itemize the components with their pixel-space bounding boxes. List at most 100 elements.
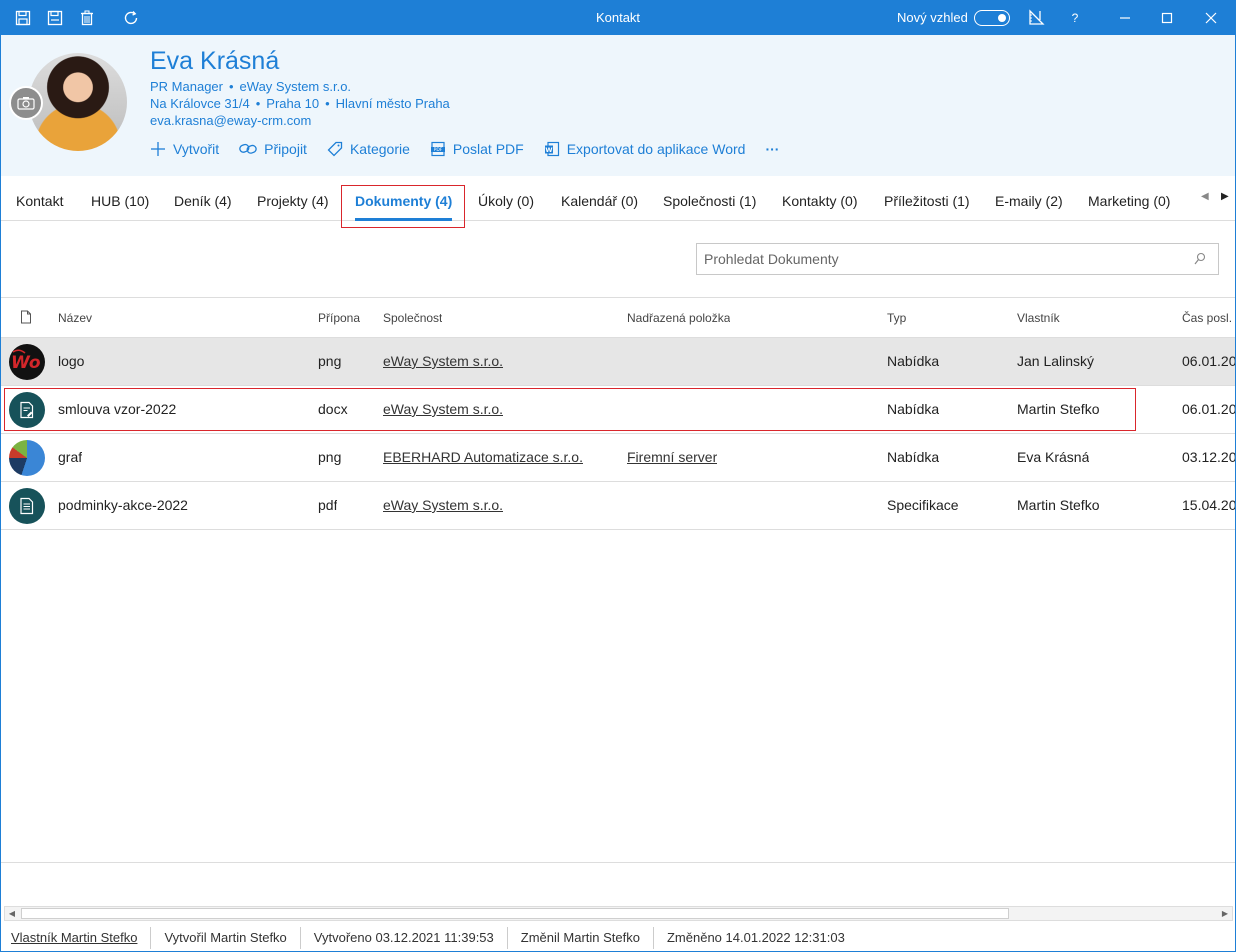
- link-icon: [239, 143, 257, 154]
- toggle-knob: [998, 13, 1006, 22]
- row-ext: png: [318, 449, 342, 465]
- contact-region: Hlavní město Praha: [335, 96, 450, 111]
- tab-marketing[interactable]: Marketing (0): [1088, 176, 1170, 221]
- export-word-label: Exportovat do aplikace Word: [566, 141, 746, 157]
- file-column-icon: [20, 310, 32, 327]
- plus-icon: [151, 142, 165, 156]
- minimize-icon[interactable]: [1105, 1, 1145, 35]
- contact-position-line: PR Manager • eWay System s.r.o.: [150, 79, 352, 94]
- contact-window: Kontakt Nový vzhled ? Eva Krásná PR Mana…: [0, 0, 1236, 952]
- row-company-link[interactable]: eWay System s.r.o.: [383, 338, 503, 385]
- connect-label: Připojit: [264, 141, 307, 157]
- tab-kontakty[interactable]: Kontakty (0): [782, 176, 857, 221]
- search-input[interactable]: [697, 244, 1177, 274]
- row-modified: 03.12.20: [1182, 449, 1235, 465]
- row-name: graf: [58, 449, 83, 465]
- close-icon[interactable]: [1191, 1, 1231, 35]
- column-header-type[interactable]: Typ: [887, 298, 906, 338]
- tab-bar: Kontakt HUB (10) Deník (4) Projekty (4) …: [1, 176, 1235, 221]
- scroll-right-icon[interactable]: ▶: [1218, 907, 1232, 920]
- status-changed: Změněno 14.01.2022 12:31:03: [666, 929, 845, 945]
- row-modified: 06.01.20: [1182, 353, 1235, 369]
- column-header-modified[interactable]: Čas posl. z: [1182, 298, 1235, 338]
- help-button[interactable]: ?: [1055, 1, 1095, 35]
- save-icon[interactable]: [7, 1, 39, 35]
- row-company-link[interactable]: EBERHARD Automatizace s.r.o.: [383, 434, 583, 481]
- tab-ukoly[interactable]: Úkoly (0): [478, 176, 534, 221]
- row-parent-link[interactable]: Firemní server: [627, 434, 717, 481]
- row-company-link[interactable]: eWay System s.r.o.: [383, 482, 503, 529]
- contact-address-line: Na Královce 31/4 • Praha 10 • Hlavní město P…: [150, 96, 450, 111]
- tab-scroll-right-icon[interactable]: ▶: [1221, 191, 1229, 202]
- more-button[interactable]: ···: [765, 141, 779, 157]
- tab-highlight-frame: [341, 185, 465, 228]
- row-type: Specifikace: [887, 497, 959, 513]
- svg-text:W: W: [545, 146, 552, 154]
- refresh-icon[interactable]: [115, 1, 147, 35]
- row-owner: Jan Lalinský: [1017, 353, 1095, 369]
- table-row[interactable]: podminky-akce-2022 pdf eWay System s.r.o…: [1, 482, 1235, 530]
- column-header-ext[interactable]: Přípona: [318, 298, 360, 338]
- export-word-button[interactable]: W Exportovat do aplikace Word: [544, 141, 746, 157]
- contact-street: Na Královce 31/4: [150, 96, 250, 111]
- table-row[interactable]: graf png EBERHARD Automatizace s.r.o. Fi…: [1, 434, 1235, 482]
- grid-header: Název Přípona Společnost Nadřazená polož…: [1, 297, 1235, 338]
- row-ext: pdf: [318, 497, 338, 513]
- save-close-icon[interactable]: [39, 1, 71, 35]
- avatar: [29, 53, 127, 151]
- ruler-icon[interactable]: [1016, 1, 1056, 35]
- category-label: Kategorie: [349, 141, 410, 157]
- contact-company[interactable]: eWay System s.r.o.: [240, 79, 352, 94]
- send-pdf-label: Poslat PDF: [452, 141, 524, 157]
- row-name: logo: [58, 353, 85, 369]
- word-icon: W: [544, 141, 559, 157]
- new-look-toggle[interactable]: [974, 10, 1010, 26]
- tab-denik[interactable]: Deník (4): [174, 176, 232, 221]
- pdf-icon: PDF: [430, 141, 445, 157]
- divider: [1, 862, 1235, 863]
- tab-spolecnosti[interactable]: Společnosti (1): [663, 176, 756, 221]
- status-changed-by: Změnil Martin Stefko: [508, 926, 654, 949]
- scrollbar-thumb[interactable]: [21, 908, 1009, 919]
- chart-thumbnail-icon: [9, 440, 45, 476]
- new-look-label: Nový vzhled: [897, 10, 968, 25]
- send-pdf-button[interactable]: PDF Poslat PDF: [430, 141, 524, 157]
- scroll-left-icon[interactable]: ◀: [5, 907, 19, 920]
- tab-prilezitosti[interactable]: Příležitosti (1): [884, 176, 970, 221]
- column-header-name[interactable]: Název: [58, 298, 92, 338]
- tab-kontakt[interactable]: Kontakt: [16, 176, 63, 221]
- column-header-owner[interactable]: Vlastník: [1017, 298, 1060, 338]
- horizontal-scrollbar[interactable]: ◀ ▶: [4, 906, 1233, 921]
- logo-thumbnail-icon: Wo: [9, 344, 45, 380]
- contact-header: Eva Krásná PR Manager • eWay System s.r.o.…: [1, 35, 1235, 176]
- row-owner: Eva Krásná: [1017, 449, 1090, 465]
- connect-button[interactable]: Připojit: [239, 141, 307, 157]
- contact-email[interactable]: eva.krasna@eway-crm.com: [150, 113, 311, 128]
- status-created: Vytvořeno 03.12.2021 11:39:53: [301, 926, 508, 949]
- maximize-icon[interactable]: [1147, 1, 1187, 35]
- search-box: [696, 243, 1219, 275]
- delete-icon[interactable]: [71, 1, 103, 35]
- tab-emaily[interactable]: E-maily (2): [995, 176, 1063, 221]
- column-header-company[interactable]: Společnost: [383, 298, 442, 338]
- row-owner: Martin Stefko: [1017, 497, 1100, 513]
- svg-text:Wo: Wo: [11, 353, 41, 373]
- create-button[interactable]: Vytvořit: [150, 141, 219, 157]
- search-icon[interactable]: [1194, 252, 1206, 266]
- tab-hub[interactable]: HUB (10): [91, 176, 149, 221]
- contact-district: Praha 10: [266, 96, 320, 111]
- category-button[interactable]: Kategorie: [327, 141, 410, 157]
- contact-name: Eva Krásná: [150, 47, 280, 75]
- row-modified: 15.04.20: [1182, 497, 1235, 513]
- column-header-parent[interactable]: Nadřazená položka: [627, 298, 730, 338]
- camera-icon[interactable]: [9, 86, 43, 120]
- status-owner-link[interactable]: Vlastník Martin Stefko: [1, 926, 152, 949]
- row-type: Nabídka: [887, 353, 940, 369]
- row-highlight-frame: [4, 388, 1136, 431]
- tab-scroll-left-icon[interactable]: ◀: [1201, 191, 1209, 202]
- tab-projekty[interactable]: Projekty (4): [257, 176, 329, 221]
- status-bar: Vlastník Martin Stefko Vytvořil Martin S…: [1, 923, 1235, 951]
- title-bar: Kontakt Nový vzhled ?: [1, 1, 1235, 35]
- tab-kalendar[interactable]: Kalendář (0): [561, 176, 638, 221]
- table-row[interactable]: Wo logo png eWay System s.r.o. Nabídka J…: [1, 338, 1235, 386]
